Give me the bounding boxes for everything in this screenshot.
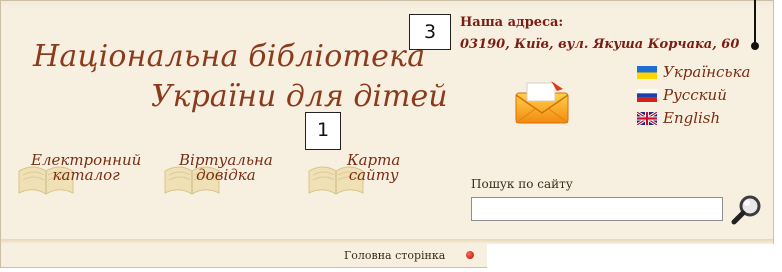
flag-uk-icon: [637, 112, 657, 125]
search-input[interactable]: [471, 197, 723, 221]
callout-marker-3: 3: [409, 14, 451, 50]
bullet-icon: [466, 251, 474, 259]
page-frame: Національна бібліотека України для дітей…: [0, 0, 774, 268]
nav-label-line: довідка: [196, 166, 256, 184]
callout-marker-1: 1: [305, 112, 341, 150]
callout-pointer-dot: [751, 42, 759, 50]
magnifier-icon[interactable]: [729, 193, 765, 225]
language-label: Українська: [663, 63, 751, 81]
search-label: Пошук по сайту: [471, 177, 573, 191]
nav-label-site-map: Карта сайту: [347, 153, 400, 183]
address-heading: Наша адреса:: [460, 15, 564, 30]
flag-ukraine-icon: [637, 66, 657, 79]
envelope-icon[interactable]: [513, 79, 571, 125]
nav-label-catalog: Електронний каталог: [31, 153, 141, 183]
content-area: [487, 244, 782, 272]
breadcrumb-home[interactable]: Головна сторінка: [344, 249, 445, 262]
callout-pointer-line: [754, 0, 756, 44]
nav-label-reference: Віртуальна довідка: [179, 153, 273, 183]
language-label: Русский: [663, 86, 727, 104]
site-title-line1[interactable]: Національна бібліотека: [33, 39, 425, 74]
site-title-line2[interactable]: України для дітей: [151, 79, 448, 114]
language-label: English: [663, 109, 721, 127]
flag-russia-icon: [637, 89, 657, 102]
nav-site-map[interactable]: Карта сайту: [307, 151, 447, 201]
nav-label-line: сайту: [348, 166, 399, 184]
nav-label-line: каталог: [52, 166, 120, 184]
nav-virtual-reference[interactable]: Віртуальна довідка: [163, 151, 313, 201]
address-text: 03190, Київ, вул. Якуша Корчака, 60: [460, 37, 740, 52]
nav-electronic-catalog[interactable]: Електронний каталог: [17, 151, 167, 201]
